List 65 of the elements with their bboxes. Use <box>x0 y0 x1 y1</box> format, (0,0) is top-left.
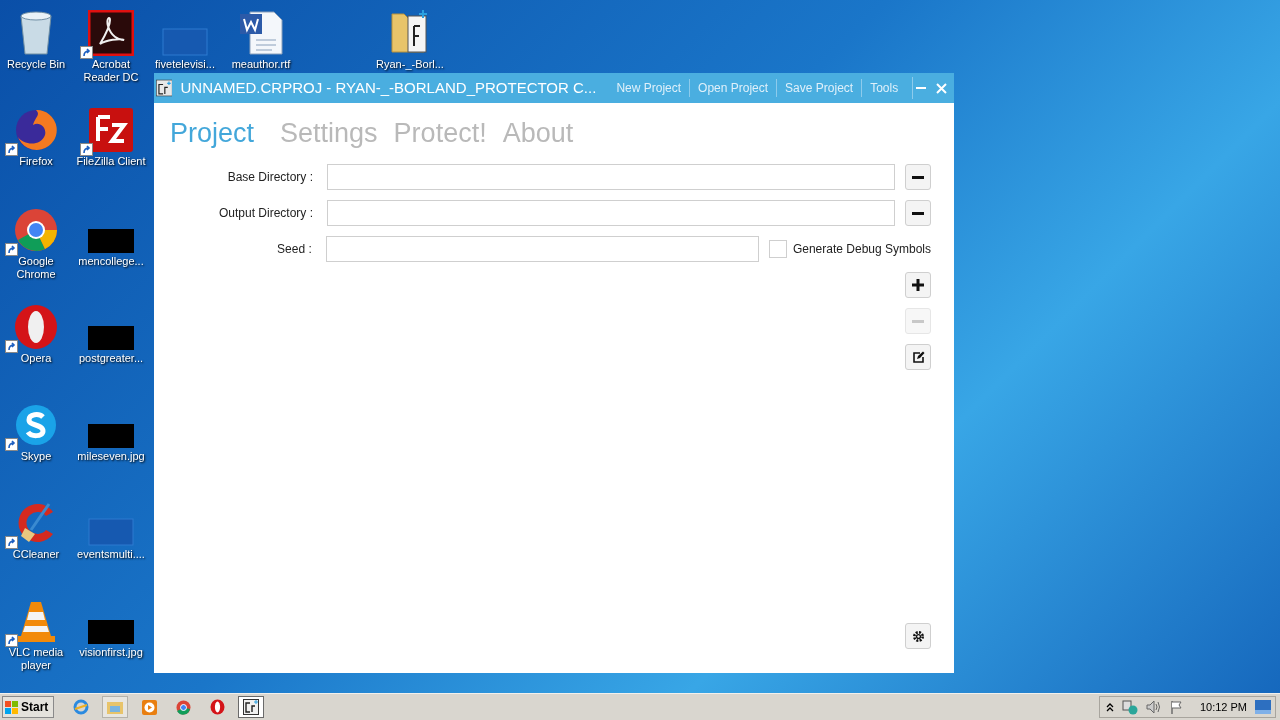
desktop-icon-label[interactable]: Google Chrome <box>0 255 73 281</box>
checkbox[interactable] <box>769 240 787 258</box>
opera-icon <box>209 699 225 715</box>
image-thumbnail-icon <box>88 424 134 448</box>
desktop-icon-label[interactable]: postgreater... <box>78 352 144 365</box>
desktop-icon-label[interactable]: visionfirst.jpg <box>79 646 143 659</box>
desktop-icon-label[interactable]: eventsmulti.... <box>77 548 145 561</box>
chrome-icon <box>13 207 59 253</box>
desktop-icon-label[interactable]: fivetelevisi... <box>155 58 215 71</box>
internet-explorer-icon <box>73 699 89 715</box>
settings-icon <box>911 629 925 643</box>
edit-button[interactable] <box>905 344 931 370</box>
field-label: Seed : <box>276 241 312 258</box>
desktop-icon-label[interactable]: VLC media player <box>0 646 73 672</box>
checkbox-label: Generate Debug Symbols <box>792 241 931 258</box>
desktop-icon-label[interactable]: CCleaner <box>12 548 60 561</box>
network-icon[interactable] <box>1121 699 1138 715</box>
text-field[interactable] <box>327 200 895 226</box>
close-icon <box>936 82 948 94</box>
edit-icon <box>911 350 925 364</box>
image-thumbnail-icon <box>88 620 134 644</box>
windows-logo-icon <box>5 700 19 714</box>
minimize-icon <box>916 86 927 90</box>
image-thumbnail-icon <box>88 326 134 350</box>
start-button[interactable]: Start <box>2 696 54 718</box>
chevron-up-icon[interactable] <box>1105 702 1114 712</box>
skype-icon <box>13 402 59 448</box>
desktop-icon-label[interactable]: mileseven.jpg <box>77 450 145 463</box>
flag-icon[interactable] <box>1169 699 1184 715</box>
taskbar-button[interactable] <box>238 696 264 718</box>
show-desktop-icon[interactable] <box>1255 700 1271 714</box>
firefox-icon <box>13 107 59 153</box>
window-title: UNNAMED.CRPROJ - RYAN-_-BORLAND_PROTECTOR C... <box>180 77 597 98</box>
image-thumbnail-icon <box>88 229 134 253</box>
word-document-icon <box>238 10 284 56</box>
filezilla-icon <box>88 107 134 153</box>
browse-button[interactable] <box>905 200 931 226</box>
settings-button[interactable] <box>905 623 931 649</box>
seed-field[interactable] <box>325 236 760 262</box>
clock: 10:12 PM <box>1199 699 1247 715</box>
file-thumbnail-icon <box>162 28 208 56</box>
app-logo-icon <box>243 699 259 715</box>
browse-button[interactable] <box>905 164 931 190</box>
desktop-icon-label[interactable]: Recycle Bin <box>6 58 66 71</box>
field-label: Base Directory : <box>226 169 313 186</box>
desktop-icon-label[interactable]: meauthor.rtf <box>231 58 291 71</box>
file-thumbnail-icon <box>88 518 134 546</box>
media-player-icon <box>141 699 157 715</box>
text-field[interactable] <box>327 164 895 190</box>
add-button[interactable] <box>905 272 931 298</box>
field-label: Output Directory : <box>217 205 313 222</box>
desktop-icon-label[interactable]: Firefox <box>19 155 53 168</box>
speaker-icon[interactable] <box>1145 700 1162 714</box>
pdf-app-icon <box>88 10 134 56</box>
plus-icon <box>912 279 924 291</box>
desktop-icon-label[interactable]: Ryan-_-Borl... <box>376 58 444 71</box>
desktop-icon-label[interactable]: FileZilla Client <box>76 155 146 168</box>
opera-icon <box>13 304 59 350</box>
minus-icon <box>912 319 924 323</box>
folder-icon <box>107 700 123 714</box>
chrome-icon <box>175 699 191 715</box>
desktop-icon-label[interactable]: mencollege... <box>78 255 144 268</box>
desktop-icon-label[interactable]: Acrobat Reader DC <box>74 58 148 84</box>
desktop-icon-label[interactable]: Skype <box>20 450 52 463</box>
desktop-icon-label[interactable]: Opera <box>20 352 52 365</box>
